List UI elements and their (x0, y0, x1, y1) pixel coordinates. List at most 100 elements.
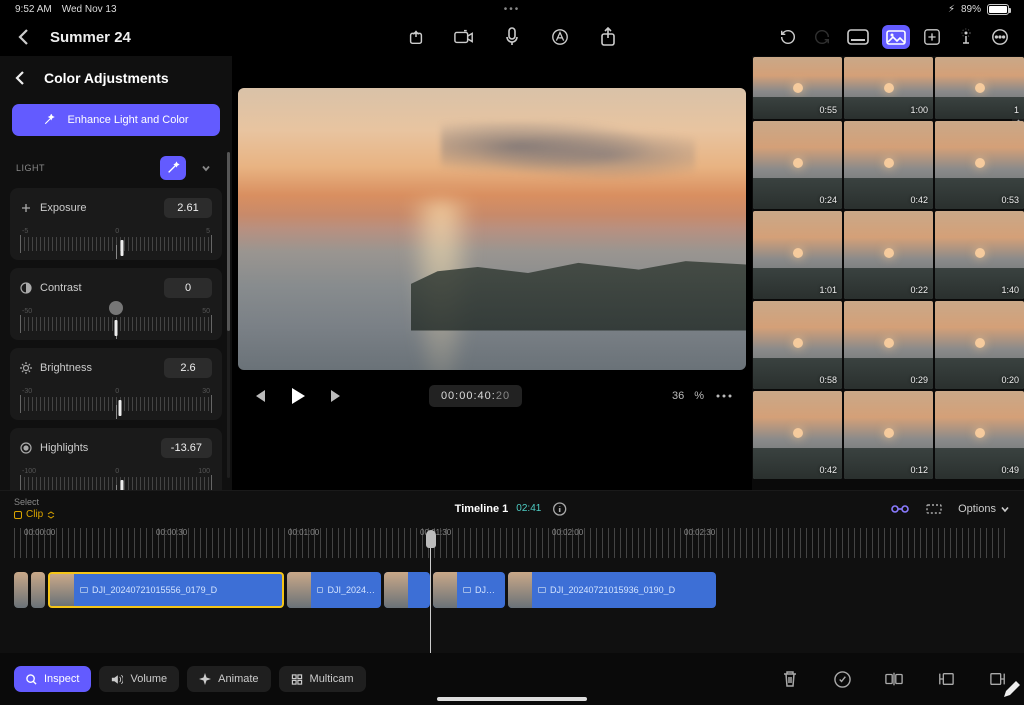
highlights-icon (20, 442, 32, 454)
video-preview[interactable] (238, 88, 746, 370)
highlights-slider[interactable]: -1000100 (20, 468, 212, 490)
video-track[interactable]: DJI_20240721015556_0179_D DJI_2024… DJ… DJI… (0, 558, 1024, 608)
highlights-value[interactable]: -13.67 (161, 438, 212, 458)
redo-icon[interactable] (810, 25, 834, 49)
media-thumb[interactable]: 0:42 (844, 121, 933, 209)
prev-frame-button[interactable] (250, 386, 270, 406)
contrast-value[interactable]: 0 (164, 278, 212, 298)
inspect-button[interactable]: Inspect (14, 666, 91, 692)
ruler-tick-label: 00:02:30 (684, 528, 715, 537)
delete-button[interactable] (778, 667, 802, 691)
thumb-duration: 0:22 (910, 285, 928, 295)
timeline-clip[interactable] (384, 572, 430, 608)
color-adjustments-panel: Color Adjustments Enhance Light and Colo… (0, 56, 232, 490)
text-icon[interactable] (548, 25, 572, 49)
photo-library-icon[interactable] (882, 25, 910, 49)
share-icon[interactable] (596, 25, 620, 49)
more-icon[interactable] (988, 25, 1012, 49)
section-expand-button[interactable] (196, 158, 216, 178)
timeline-duration: 02:41 (516, 503, 541, 514)
multicam-button[interactable]: Multicam (279, 666, 366, 692)
ruler-tick-label: 00:00:00 (24, 528, 55, 537)
brightness-adjustment: Brightness 2.6 -30030 (10, 348, 222, 420)
brightness-value[interactable]: 2.6 (164, 358, 212, 378)
media-thumb[interactable]: 1:40 (935, 211, 1024, 299)
wand-icon (43, 114, 55, 126)
exposure-label: Exposure (40, 202, 86, 214)
contrast-adjustment: Contrast 0 -50050 (10, 268, 222, 340)
section-light-label: LIGHT (16, 163, 45, 173)
exposure-slider[interactable]: -505 (20, 228, 212, 254)
media-thumb[interactable]: 1:00 (844, 57, 933, 119)
media-thumb[interactable]: 0:49 (935, 391, 1024, 479)
clip-chip[interactable]: Clip (14, 509, 55, 520)
media-thumb[interactable]: 1 (935, 57, 1024, 119)
highlights-label: Highlights (40, 442, 88, 454)
volume-button[interactable]: Volume (99, 666, 179, 692)
play-button[interactable] (286, 384, 310, 408)
zoom-value[interactable]: 36 (672, 390, 684, 402)
timeline-clip[interactable]: DJI_20240721015556_0179_D (48, 572, 284, 608)
exposure-icon (20, 202, 32, 214)
scroll-indicator[interactable] (227, 152, 230, 478)
contrast-slider[interactable]: -50050 (20, 308, 212, 334)
brightness-label: Brightness (40, 362, 92, 374)
range-button[interactable] (924, 499, 944, 519)
media-thumb[interactable]: 0:29 (844, 301, 933, 389)
media-thumb[interactable]: 1:01 (753, 211, 842, 299)
brightness-slider[interactable]: -30030 (20, 388, 212, 414)
timeline-name: Timeline 1 (455, 503, 509, 515)
auto-light-button[interactable] (160, 156, 186, 180)
snap-button[interactable] (890, 499, 910, 519)
history-icon[interactable] (776, 25, 800, 49)
thumb-duration: 1:40 (1001, 285, 1019, 295)
contrast-icon (20, 282, 32, 294)
timeline-ruler[interactable]: 00:00:0000:00:3000:01:0000:01:3000:02:00… (0, 528, 1024, 558)
import-icon[interactable] (404, 25, 428, 49)
enable-button[interactable] (830, 667, 854, 691)
timeline-info-button[interactable] (549, 499, 569, 519)
media-thumb[interactable]: 0:53 (935, 121, 1024, 209)
camera-icon[interactable] (452, 25, 476, 49)
clip-label: DJI_2024… (311, 585, 381, 595)
next-frame-button[interactable] (326, 386, 346, 406)
markup-pencil-icon[interactable] (1002, 681, 1020, 699)
thumb-duration: 0:42 (819, 465, 837, 475)
timeline-clip[interactable] (31, 572, 45, 608)
exposure-value[interactable]: 2.61 (164, 198, 212, 218)
animate-button[interactable]: Animate (187, 666, 270, 692)
media-thumb[interactable]: 0:22 (844, 211, 933, 299)
panel-back-button[interactable] (8, 66, 32, 90)
media-thumb[interactable]: 0:42 (753, 391, 842, 479)
back-button[interactable] (12, 25, 36, 49)
thumb-duration: 0:53 (1001, 195, 1019, 205)
timeline-clip[interactable]: DJ… (433, 572, 505, 608)
media-thumb[interactable]: 0:12 (844, 391, 933, 479)
thumb-duration: 0:55 (819, 105, 837, 115)
timeline-clip[interactable]: DJI_2024… (287, 572, 381, 608)
clip-label: DJ… (457, 585, 501, 595)
media-thumb[interactable]: 0:24 (753, 121, 842, 209)
clip-label: DJI_20240721015936_0190_D (532, 585, 681, 595)
playhead[interactable] (430, 532, 431, 668)
trim-start-button[interactable] (934, 667, 958, 691)
status-bar: 9:52 AM Wed Nov 13 ••• ⚡︎ 89% (0, 0, 1024, 18)
timeline-clip[interactable] (14, 572, 28, 608)
generators-icon[interactable] (920, 25, 944, 49)
timecode-display[interactable]: 00:00:40:20 (429, 385, 522, 407)
media-thumb[interactable]: 0:20 (935, 301, 1024, 389)
timeline-clip[interactable]: DJI_20240721015936_0190_D (508, 572, 716, 608)
home-indicator[interactable] (437, 697, 587, 701)
media-thumb[interactable]: 0:55 (753, 57, 842, 119)
captions-icon[interactable] (844, 25, 872, 49)
volume-icon (111, 674, 123, 685)
enhance-button[interactable]: Enhance Light and Color (12, 104, 220, 136)
timeline-options-button[interactable]: Options (958, 503, 1010, 515)
audio-icon[interactable] (954, 25, 978, 49)
playback-more-button[interactable] (714, 386, 734, 406)
media-thumb[interactable]: 0:58 (753, 301, 842, 389)
select-label: Select (14, 497, 55, 507)
split-button[interactable] (882, 667, 906, 691)
microphone-icon[interactable] (500, 25, 524, 49)
ruler-tick-label: 00:00:30 (156, 528, 187, 537)
